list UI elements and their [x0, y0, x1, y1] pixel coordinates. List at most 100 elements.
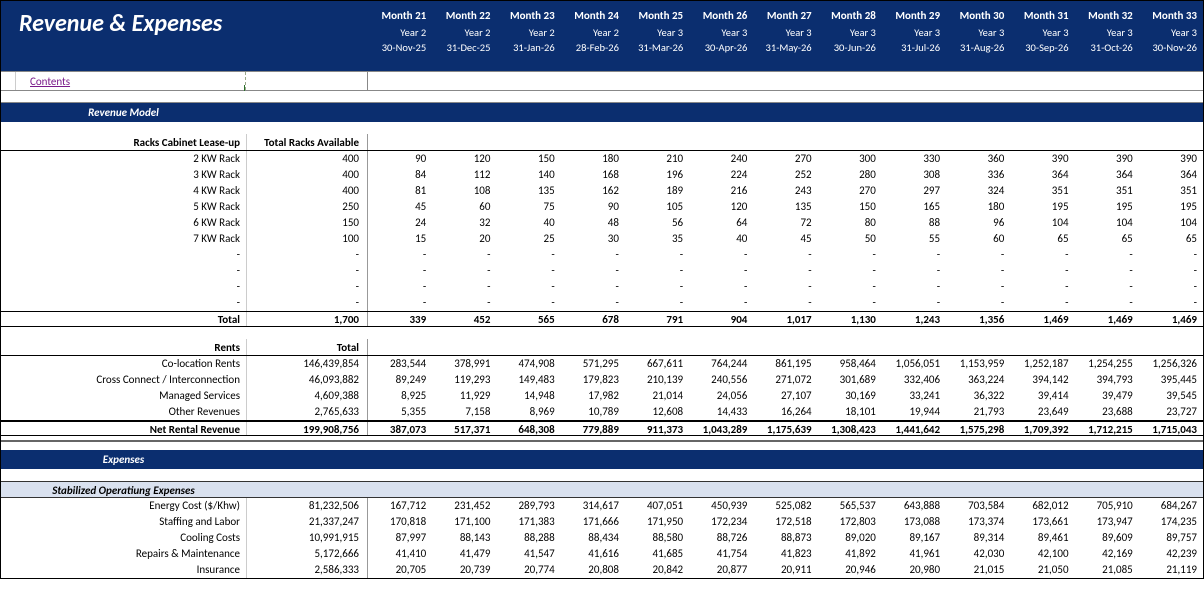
cell: 1,469 — [1075, 312, 1139, 328]
cell: 15 — [368, 231, 432, 247]
cell: 162 — [561, 183, 625, 199]
cell: 172,803 — [818, 514, 882, 530]
cell: 387,073 — [368, 422, 432, 438]
cell: 89,609 — [1075, 530, 1139, 546]
cell: 27,107 — [753, 388, 817, 404]
cell: 20 — [432, 231, 496, 247]
expense-row: Repairs & Maintenance5,172,66641,41041,4… — [1, 546, 1203, 562]
cell: 216 — [689, 183, 753, 199]
section-expenses: Expenses — [1, 450, 1203, 469]
cell: 643,888 — [882, 498, 946, 514]
cell: 231,452 — [432, 498, 496, 514]
racks-header-label: Racks Cabinet Lease-up — [1, 134, 246, 150]
cell: 364 — [1075, 167, 1139, 183]
cell: 667,611 — [625, 356, 689, 372]
cell: 1,175,639 — [753, 422, 817, 438]
cell: 189 — [625, 183, 689, 199]
cell: 42,100 — [1010, 546, 1074, 562]
contents-link[interactable]: Contents — [15, 72, 246, 90]
month-header: Month 22Year 231-Dec-25 — [432, 1, 496, 71]
cell: 525,082 — [753, 498, 817, 514]
cell: 911,373 — [625, 422, 689, 438]
net-rental-total: 199,908,756 — [246, 422, 368, 435]
cell: 80 — [818, 215, 882, 231]
cell: 351 — [1010, 183, 1074, 199]
cell: 1,252,187 — [1010, 356, 1074, 372]
row-label: 6 KW Rack — [1, 215, 246, 231]
row-label: Managed Services — [1, 388, 246, 404]
cell: 339 — [368, 312, 432, 328]
row-total: 5,172,666 — [246, 546, 368, 562]
row-label: 3 KW Rack — [1, 167, 246, 183]
cell: 21,014 — [625, 388, 689, 404]
row-total: 4,609,388 — [246, 388, 368, 404]
cell: 12,608 — [625, 404, 689, 420]
cell: 336 — [946, 167, 1010, 183]
cell: 171,100 — [432, 514, 496, 530]
row-total: 100 — [246, 231, 368, 247]
month-header: Month 31Year 330-Sep-26 — [1010, 1, 1074, 71]
month-header: Month 23Year 231-Jan-26 — [496, 1, 560, 71]
cell: 196 — [625, 167, 689, 183]
cell: 1,715,043 — [1139, 422, 1203, 438]
cell: 280 — [818, 167, 882, 183]
cell: 1,254,255 — [1075, 356, 1139, 372]
cell: 90 — [368, 151, 432, 167]
expense-row: Staffing and Labor21,337,247170,818171,1… — [1, 514, 1203, 530]
row-label: 7 KW Rack — [1, 231, 246, 247]
cell: 42,030 — [946, 546, 1010, 562]
cell: 565 — [496, 312, 560, 328]
cell: 394,793 — [1075, 372, 1139, 388]
cell: 24 — [368, 215, 432, 231]
cell: 149,483 — [496, 372, 560, 388]
section-stabilized: Stabilized Operatiung Expenses — [1, 481, 1203, 498]
cell: 172,234 — [689, 514, 753, 530]
cell: 195 — [1010, 199, 1074, 215]
cell: 1,441,642 — [882, 422, 946, 438]
racks-header-total: Total Racks Available — [246, 134, 368, 150]
cell: 90 — [561, 199, 625, 215]
net-rental-row: Net Rental Revenue 199,908,756 387,07351… — [1, 420, 1203, 436]
cell: 1,130 — [818, 312, 882, 328]
cell: 210 — [625, 151, 689, 167]
cell: 60 — [432, 199, 496, 215]
racks-total-value: 1,700 — [246, 312, 368, 326]
month-header: Month 21Year 230-Nov-25 — [368, 1, 432, 71]
cell: 20,774 — [496, 562, 560, 578]
cell: 40 — [689, 231, 753, 247]
cell: 55 — [882, 231, 946, 247]
cell: 41,961 — [882, 546, 946, 562]
cell: 195 — [1139, 199, 1203, 215]
empty-row: --------------- — [1, 295, 1203, 311]
cell: 173,088 — [882, 514, 946, 530]
cell: 308 — [882, 167, 946, 183]
cell: 41,479 — [432, 546, 496, 562]
cell: 25 — [496, 231, 560, 247]
cell: 195 — [1075, 199, 1139, 215]
cell: 96 — [946, 215, 1010, 231]
cell: 42,239 — [1139, 546, 1203, 562]
cell: 861,195 — [753, 356, 817, 372]
cell: 1,469 — [1010, 312, 1074, 328]
rent-row: Managed Services4,609,3888,92511,92914,9… — [1, 388, 1203, 404]
cell: 41,685 — [625, 546, 689, 562]
cell: 8,969 — [496, 404, 560, 420]
cell: 1,712,215 — [1075, 422, 1139, 438]
cell: 33,241 — [882, 388, 946, 404]
cell: 30 — [561, 231, 625, 247]
cell: 1,709,392 — [1010, 422, 1074, 438]
cell: 36,322 — [946, 388, 1010, 404]
cell: 88 — [882, 215, 946, 231]
cell: 20,911 — [753, 562, 817, 578]
cell: 252 — [753, 167, 817, 183]
cell: 20,842 — [625, 562, 689, 578]
cell: 21,119 — [1139, 562, 1203, 578]
cell: 351 — [1139, 183, 1203, 199]
row-label: Cooling Costs — [1, 530, 246, 546]
row-label: Insurance — [1, 562, 246, 578]
cell: 363,224 — [946, 372, 1010, 388]
cell: 41,616 — [561, 546, 625, 562]
cell: 171,666 — [561, 514, 625, 530]
cell: 224 — [689, 167, 753, 183]
cell: 18,101 — [818, 404, 882, 420]
